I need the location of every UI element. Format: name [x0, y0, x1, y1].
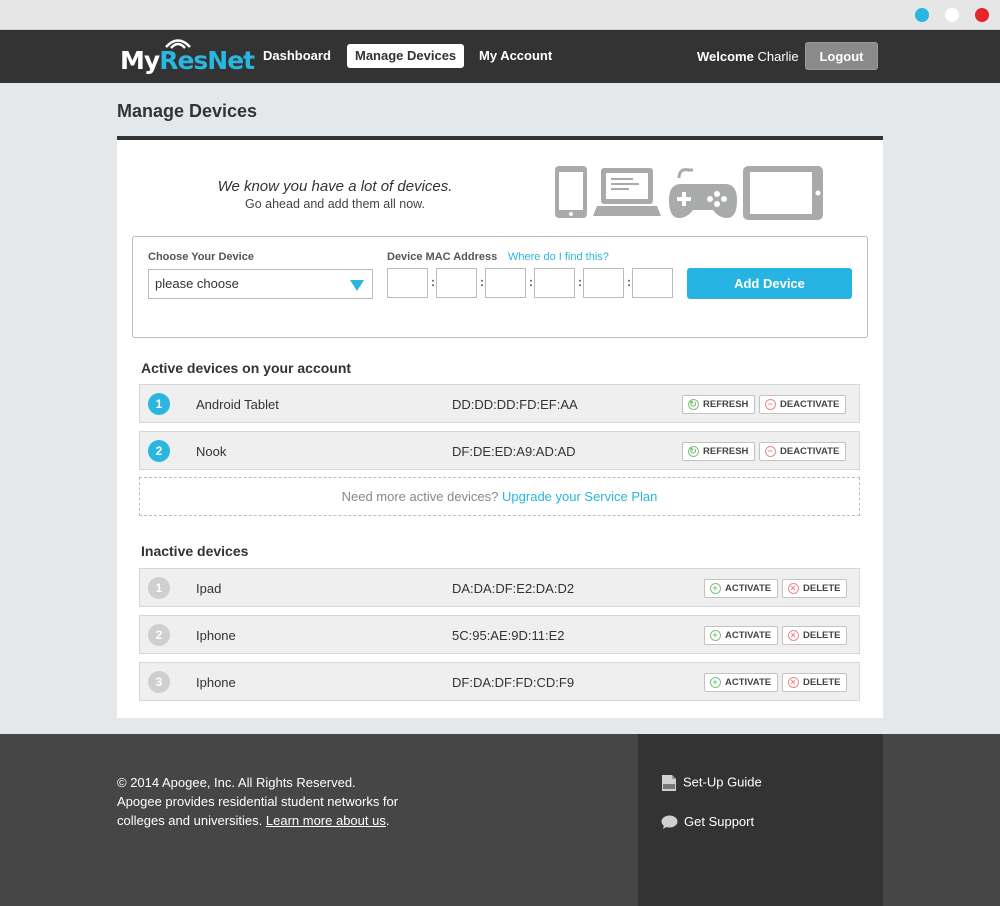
- nav-dashboard[interactable]: Dashboard: [255, 44, 339, 68]
- mac-octet-5[interactable]: [583, 268, 624, 298]
- x-circle-icon: [788, 677, 799, 688]
- refresh-button[interactable]: REFRESH: [682, 442, 756, 461]
- refresh-icon: [688, 446, 699, 457]
- device-number-badge: 1: [148, 577, 170, 599]
- mac-octet-3[interactable]: [485, 268, 526, 298]
- maximize-window-button[interactable]: [945, 8, 959, 22]
- mac-address-label: Device MAC Address: [387, 251, 498, 263]
- delete-button[interactable]: DELETE: [782, 579, 848, 598]
- plus-circle-icon: [710, 677, 721, 688]
- add-device-form: Choose Your Device please choose Device …: [132, 236, 868, 338]
- x-circle-icon: [788, 583, 799, 594]
- device-name: Ipad: [196, 581, 222, 596]
- device-name: Nook: [196, 444, 227, 459]
- mac-octet-1[interactable]: [387, 268, 428, 298]
- upgrade-plan-link[interactable]: Upgrade your Service Plan: [502, 489, 657, 504]
- device-illustration: [555, 166, 823, 220]
- logout-button[interactable]: Logout: [805, 42, 878, 70]
- upgrade-banner: Need more active devices? Upgrade your S…: [139, 477, 860, 516]
- mac-separator: :: [431, 275, 435, 289]
- footer-description: Apogee provides residential student netw…: [117, 794, 399, 809]
- device-mac: 5C:95:AE:9D:11:E2: [452, 628, 565, 643]
- mac-octet-6[interactable]: [632, 268, 673, 298]
- device-select-value: please choose: [155, 276, 239, 291]
- device-number-badge: 2: [148, 624, 170, 646]
- get-support-link[interactable]: Get Support: [661, 814, 754, 830]
- device-number-badge: 1: [148, 393, 170, 415]
- minimize-window-button[interactable]: [915, 8, 929, 22]
- hero-headline: We know you have a lot of devices.: [217, 178, 453, 195]
- phone-icon: [555, 166, 587, 218]
- refresh-button[interactable]: REFRESH: [682, 395, 756, 414]
- inactive-device-row: 1 Ipad DA:DA:DF:E2:DA:D2 ACTIVATE DELETE: [139, 568, 860, 607]
- refresh-icon: [688, 399, 699, 410]
- mac-separator: :: [529, 275, 533, 289]
- page-title: Manage Devices: [117, 101, 258, 121]
- add-device-button[interactable]: Add Device: [687, 268, 852, 299]
- device-mac: DD:DD:DD:FD:EF:AA: [452, 397, 578, 412]
- copyright-line: © 2014 Apogee, Inc. All Rights Reserved.: [117, 775, 356, 790]
- deactivate-button[interactable]: DEACTIVATE: [759, 442, 847, 461]
- active-device-row: 1 Android Tablet DD:DD:DD:FD:EF:AA REFRE…: [139, 384, 860, 423]
- device-name: Android Tablet: [196, 397, 279, 412]
- activate-button[interactable]: ACTIVATE: [704, 626, 779, 645]
- chat-bubble-icon: [661, 815, 678, 830]
- choose-device-label: Choose Your Device: [148, 251, 254, 263]
- setup-guide-link[interactable]: Set-Up Guide: [661, 774, 762, 792]
- delete-button[interactable]: DELETE: [782, 626, 848, 645]
- device-name: Iphone: [196, 675, 236, 690]
- mac-separator: :: [578, 275, 582, 289]
- window-chrome: [0, 0, 1000, 30]
- gamepad-icon: [669, 168, 737, 218]
- inactive-devices-heading: Inactive devices: [141, 543, 249, 559]
- hero-message: We know you have a lot of devices. Go ah…: [117, 178, 553, 211]
- mac-octet-4[interactable]: [534, 268, 575, 298]
- mac-separator: :: [480, 275, 484, 289]
- footer-copyright: © 2014 Apogee, Inc. All Rights Reserved.…: [117, 773, 398, 830]
- activate-button[interactable]: ACTIVATE: [704, 579, 779, 598]
- nav-manage-devices[interactable]: Manage Devices: [347, 44, 465, 68]
- nav-my-account[interactable]: My Account: [471, 44, 560, 68]
- device-number-badge: 3: [148, 671, 170, 693]
- mac-separator: :: [627, 275, 631, 289]
- device-mac: DF:DE:ED:A9:AD:AD: [452, 444, 576, 459]
- manage-devices-panel: We know you have a lot of devices. Go ah…: [117, 136, 883, 718]
- logo-wordmark: MyResNet: [120, 46, 255, 75]
- mac-help-link[interactable]: Where do I find this?: [508, 251, 609, 263]
- hero-subtext: Go ahead and add them all now.: [245, 197, 425, 211]
- upgrade-text: Need more active devices?: [341, 489, 499, 504]
- minus-circle-icon: [765, 399, 776, 410]
- plus-circle-icon: [710, 583, 721, 594]
- inactive-device-row: 3 Iphone DF:DA:DF:FD:CD:F9 ACTIVATE DELE…: [139, 662, 860, 701]
- pdf-icon: [662, 775, 676, 791]
- dropdown-caret-icon: [350, 280, 364, 291]
- minus-circle-icon: [765, 446, 776, 457]
- top-nav: MyResNet Dashboard Manage Devices My Acc…: [0, 30, 1000, 83]
- device-number-badge: 2: [148, 440, 170, 462]
- device-mac: DA:DA:DF:E2:DA:D2: [452, 581, 575, 596]
- footer-description-end: colleges and universities. Learn more ab…: [117, 813, 390, 828]
- active-devices-heading: Active devices on your account: [141, 360, 352, 376]
- tablet-icon: [743, 166, 823, 220]
- footer-links: Set-Up Guide Get Support: [638, 734, 883, 906]
- plus-circle-icon: [710, 630, 721, 641]
- footer: © 2014 Apogee, Inc. All Rights Reserved.…: [0, 734, 1000, 906]
- activate-button[interactable]: ACTIVATE: [704, 673, 779, 692]
- device-mac: DF:DA:DF:FD:CD:F9: [452, 675, 575, 690]
- active-device-row: 2 Nook DF:DE:ED:A9:AD:AD REFRESH DEACTIV…: [139, 431, 860, 470]
- welcome-message: Welcome Charlie: [697, 49, 799, 64]
- device-select[interactable]: please choose: [148, 269, 373, 299]
- user-name: Charlie: [757, 49, 799, 64]
- learn-more-link[interactable]: Learn more about us: [266, 813, 386, 828]
- device-name: Iphone: [196, 628, 236, 643]
- inactive-device-row: 2 Iphone 5C:95:AE:9D:11:E2 ACTIVATE DELE…: [139, 615, 860, 654]
- close-window-button[interactable]: [975, 8, 989, 22]
- laptop-icon: [593, 168, 661, 216]
- deactivate-button[interactable]: DEACTIVATE: [759, 395, 847, 414]
- x-circle-icon: [788, 630, 799, 641]
- mac-octet-2[interactable]: [436, 268, 477, 298]
- delete-button[interactable]: DELETE: [782, 673, 848, 692]
